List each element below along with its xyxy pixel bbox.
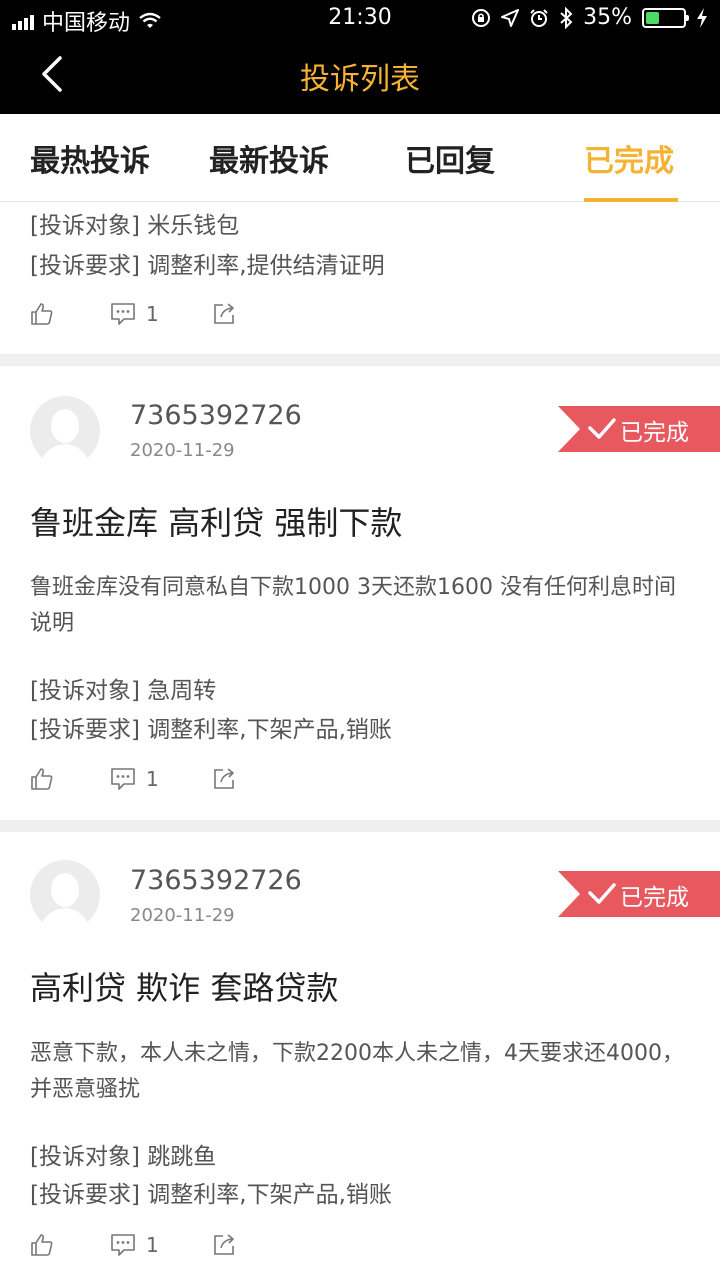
complaint-title[interactable]: 高利贷 欺诈 套路贷款 <box>30 963 338 1009</box>
tab-latest[interactable]: 最新投诉 <box>209 136 329 180</box>
like-icon <box>31 768 53 790</box>
complaint-target: [投诉对象] 米乐钱包 <box>30 213 240 239</box>
complaint-request: [投诉要求] 调整利率,下架产品,销账 <box>30 717 392 743</box>
complaint-body: 鲁班金库没有同意私自下款1000 3天还款1600 没有任何利息时间说明 <box>30 575 676 636</box>
complaint-request: [投诉要求] 调整利率,提供结清证明 <box>30 253 385 279</box>
page-title: 投诉列表 <box>300 62 420 97</box>
complaint-body: 恶意下款，本人未之情，下款2200本人未之情，4天要求还4000，并恶意骚扰 <box>30 1041 684 1102</box>
comment-count: 1 <box>146 302 159 326</box>
share-icon <box>214 303 234 324</box>
avatar-icon <box>40 409 90 466</box>
like-button[interactable] <box>30 299 54 329</box>
share-button[interactable] <box>212 1230 236 1260</box>
like-button[interactable] <box>30 764 54 794</box>
complaint-request: [投诉要求] 调整利率,下架产品,销账 <box>30 1182 392 1208</box>
charging-icon <box>697 7 707 28</box>
comment-button[interactable]: 1 <box>110 1230 159 1260</box>
like-icon <box>31 1234 53 1256</box>
comment-button[interactable]: 1 <box>110 299 159 329</box>
status-bar: 中国移动 21:30 35% <box>0 0 720 36</box>
complaint-card[interactable]: 7365392726 2020-11-29 已完成 鲁班金库 高利贷 强制下款 … <box>0 366 720 818</box>
avatar <box>30 396 100 466</box>
user-id: 7365392726 <box>130 865 302 896</box>
post-date: 2020-11-29 <box>130 905 235 926</box>
status-label: 已完成 <box>620 420 689 446</box>
comment-icon <box>111 768 135 790</box>
nav-bar: 投诉列表 <box>0 36 720 114</box>
tab-completed[interactable]: 已完成 <box>584 136 674 180</box>
card-actions: 1 <box>30 1230 270 1260</box>
share-icon <box>214 1234 234 1255</box>
comment-icon <box>111 1234 135 1256</box>
complaint-list[interactable]: [投诉对象] 米乐钱包 [投诉要求] 调整利率,提供结清证明 1 7365392… <box>0 202 720 1280</box>
avatar-icon <box>40 873 90 930</box>
complaint-target: [投诉对象] 急周转 <box>30 678 217 704</box>
alarm-icon <box>530 8 548 27</box>
bluetooth-icon <box>560 6 573 29</box>
user-id: 7365392726 <box>130 400 302 431</box>
tab-hot[interactable]: 最热投诉 <box>30 136 150 180</box>
battery-icon <box>642 7 689 28</box>
post-date: 2020-11-29 <box>130 440 235 461</box>
avatar <box>30 860 100 930</box>
share-icon <box>214 768 234 789</box>
share-button[interactable] <box>212 764 236 794</box>
card-actions: 1 <box>30 299 270 329</box>
comment-count: 1 <box>146 1233 159 1257</box>
complaint-card[interactable]: 7365392726 2020-11-29 已完成 高利贷 欺诈 套路贷款 恶意… <box>0 832 720 1280</box>
comment-button[interactable]: 1 <box>110 764 159 794</box>
divider <box>0 354 720 366</box>
comment-icon <box>111 303 135 325</box>
status-badge: 已完成 <box>558 406 720 452</box>
status-label: 已完成 <box>620 885 689 911</box>
battery-percent: 35% <box>583 5 632 30</box>
card-actions: 1 <box>30 764 270 794</box>
divider <box>0 820 720 832</box>
lock-rotation-icon <box>472 8 491 27</box>
like-button[interactable] <box>30 1230 54 1260</box>
share-button[interactable] <box>212 299 236 329</box>
complaint-card[interactable]: [投诉对象] 米乐钱包 [投诉要求] 调整利率,提供结清证明 1 <box>0 202 720 354</box>
status-badge: 已完成 <box>558 871 720 917</box>
comment-count: 1 <box>146 767 159 791</box>
tab-bar: 最热投诉 最新投诉 已回复 已完成 <box>0 114 720 202</box>
complaint-title[interactable]: 鲁班金库 高利贷 强制下款 <box>30 498 402 544</box>
location-icon <box>501 8 520 27</box>
complaint-target: [投诉对象] 跳跳鱼 <box>30 1144 217 1170</box>
tab-replied[interactable]: 已回复 <box>405 136 495 180</box>
like-icon <box>31 303 53 325</box>
